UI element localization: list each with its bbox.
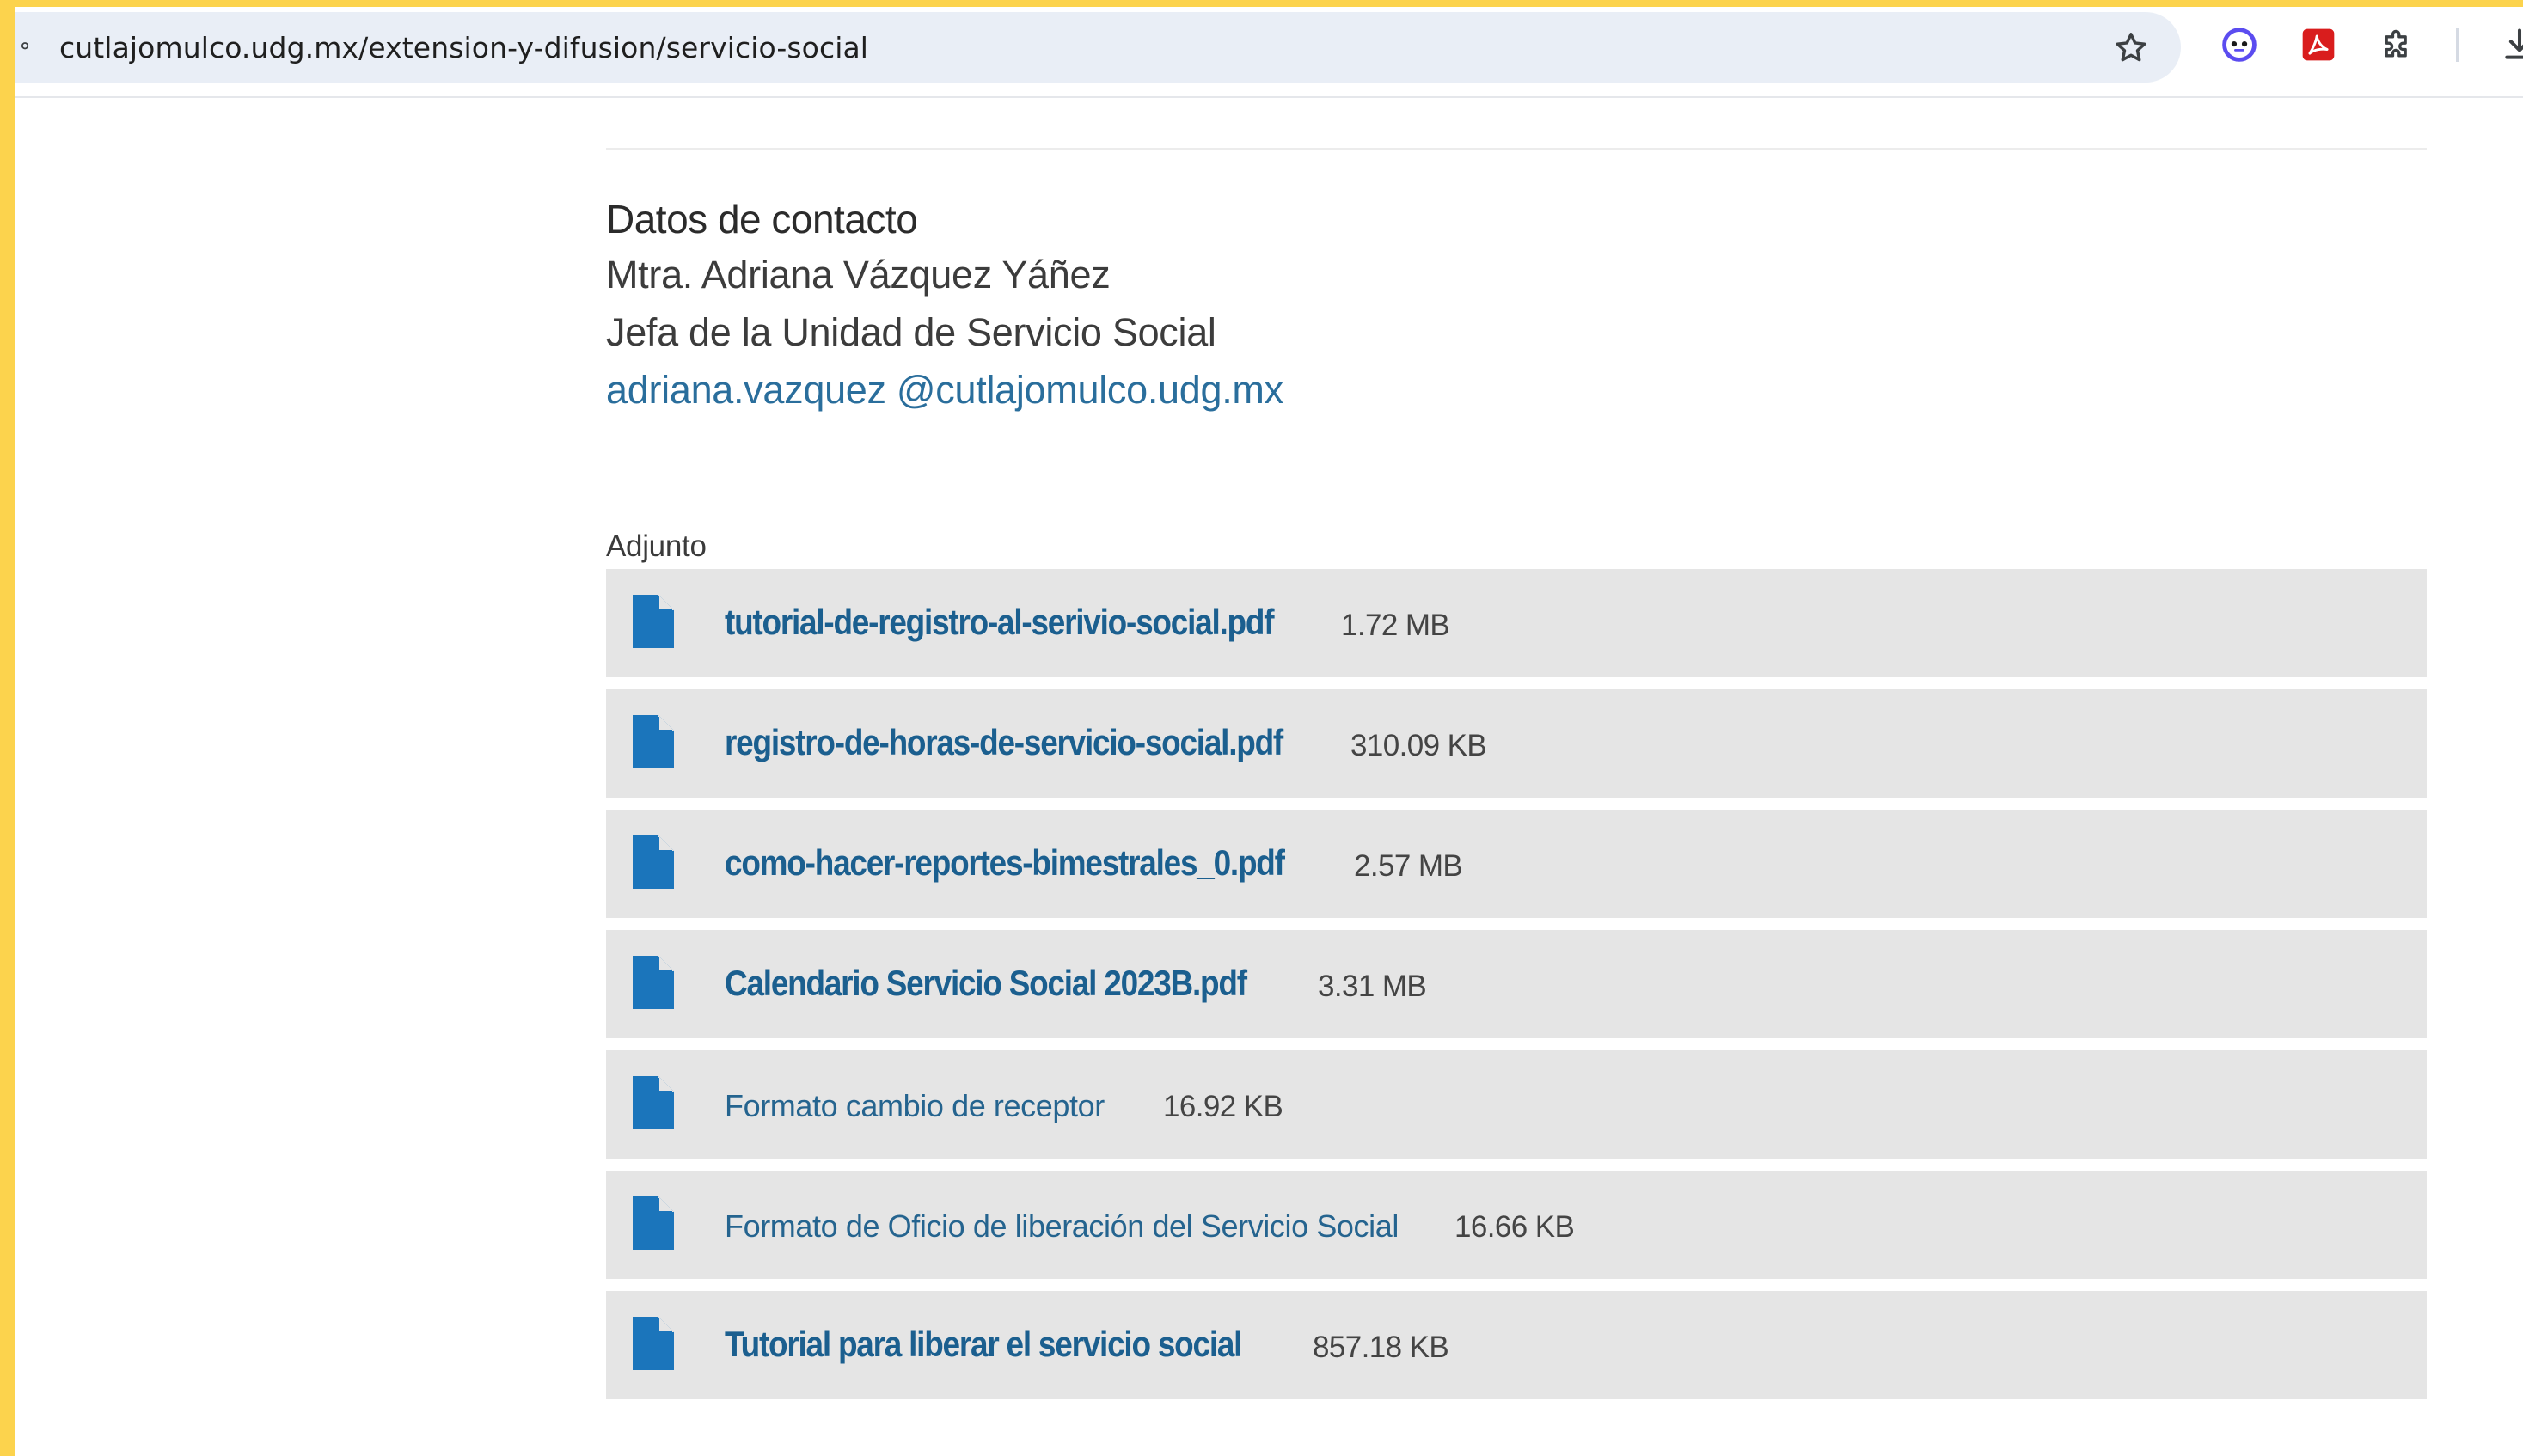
extension-face-icon[interactable] (2220, 26, 2258, 64)
adobe-pdf-icon[interactable] (2299, 26, 2337, 64)
contact-email-link[interactable]: adriana.vazquez @cutlajomulco.udg.mx (606, 368, 1283, 413)
file-link[interactable]: Formato de Oficio de liberación del Serv… (725, 1208, 1399, 1245)
file-icon (633, 715, 674, 768)
attachments-label: Adjunto (606, 529, 707, 563)
file-icon (633, 835, 674, 889)
attachment-row: Tutorial para liberar el servicio social… (606, 1291, 2427, 1399)
file-link[interactable]: tutorial-de-registro-al-serivio-social.p… (725, 602, 1275, 643)
window-frame-top (0, 0, 2523, 7)
attachment-row: Calendario Servicio Social 2023B.pdf 3.3… (606, 930, 2427, 1038)
attachment-row: tutorial-de-registro-al-serivio-social.p… (606, 569, 2427, 677)
file-size: 2.57 MB (1354, 849, 1463, 883)
file-icon (633, 1196, 674, 1250)
file-size: 857.18 KB (1313, 1331, 1449, 1364)
attachment-row: Formato cambio de receptor 16.92 KB (606, 1050, 2427, 1159)
download-icon[interactable] (2501, 26, 2523, 64)
toolbar-divider (2456, 28, 2459, 62)
browser-toolbar: ⚬ cutlajomulco.udg.mx/extension-y-difusi… (15, 7, 2523, 98)
file-link[interactable]: como-hacer-reportes-bimestrales_0.pdf (725, 842, 1285, 884)
file-link[interactable]: Formato cambio de receptor (725, 1088, 1105, 1124)
attachments-list: tutorial-de-registro-al-serivio-social.p… (606, 569, 2427, 1411)
file-size: 16.66 KB (1454, 1210, 1575, 1244)
attachment-row: como-hacer-reportes-bimestrales_0.pdf 2.… (606, 810, 2427, 918)
file-link[interactable]: registro-de-horas-de-servicio-social.pdf (725, 722, 1283, 763)
attachment-row: registro-de-horas-de-servicio-social.pdf… (606, 689, 2427, 798)
address-bar[interactable]: ⚬ cutlajomulco.udg.mx/extension-y-difusi… (15, 12, 2181, 83)
file-size: 3.31 MB (1318, 970, 1427, 1003)
file-icon (633, 595, 674, 648)
file-icon (633, 956, 674, 1009)
file-size: 16.92 KB (1163, 1090, 1283, 1123)
file-size: 310.09 KB (1350, 729, 1487, 762)
file-link[interactable]: Tutorial para liberar el servicio social (725, 1324, 1242, 1365)
file-link[interactable]: Calendario Servicio Social 2023B.pdf (725, 963, 1247, 1004)
file-icon (633, 1076, 674, 1129)
window-frame-left (0, 0, 15, 1456)
bookmark-star-icon[interactable] (2112, 29, 2150, 67)
url-text[interactable]: cutlajomulco.udg.mx/extension-y-difusion… (59, 31, 868, 64)
attachment-row: Formato de Oficio de liberación del Serv… (606, 1171, 2427, 1279)
section-divider (606, 148, 2427, 150)
site-info-icon[interactable]: ⚬ (16, 36, 34, 57)
contact-title: Datos de contacto (606, 197, 918, 242)
extensions-puzzle-icon[interactable] (2379, 26, 2416, 64)
contact-name: Mtra. Adriana Vázquez Yáñez (606, 253, 1111, 297)
file-icon (633, 1317, 674, 1370)
contact-role: Jefa de la Unidad de Servicio Social (606, 310, 1216, 354)
file-size: 1.72 MB (1341, 609, 1450, 642)
